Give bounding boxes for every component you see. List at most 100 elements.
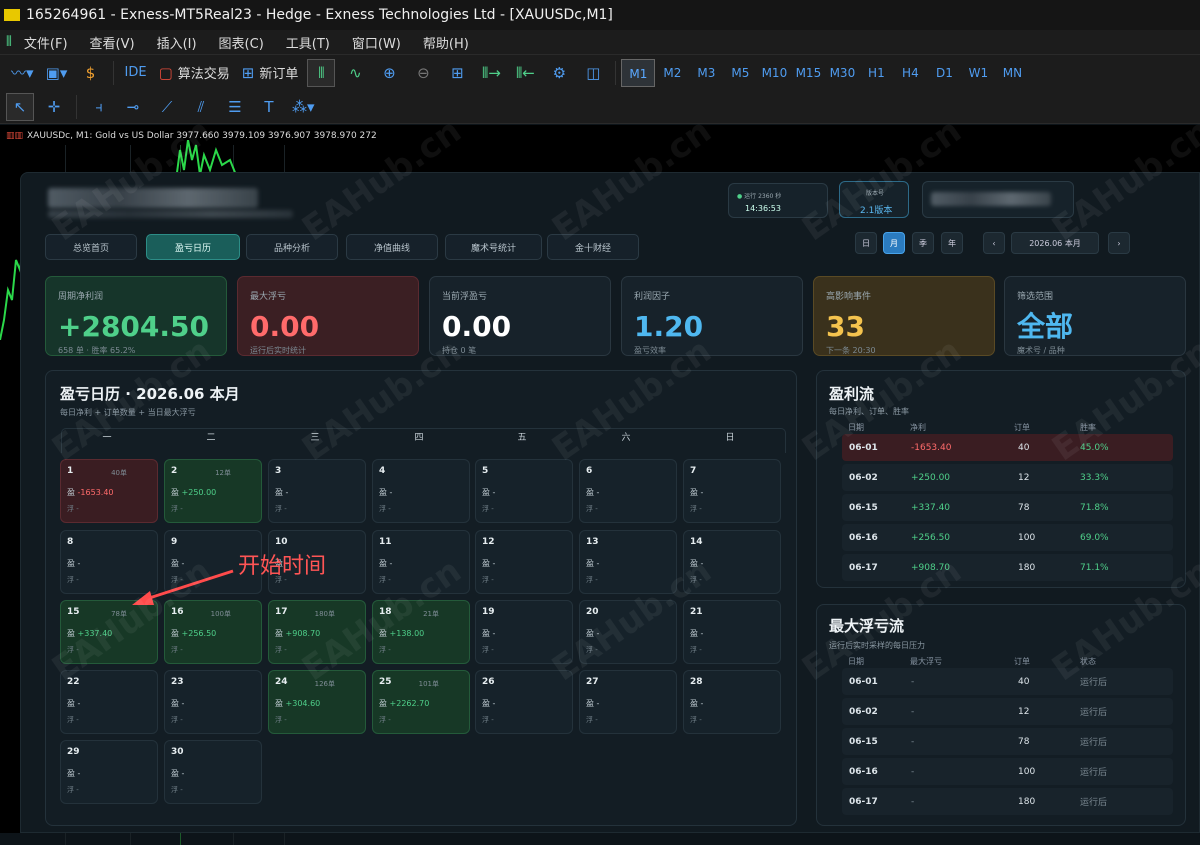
max-float-row[interactable]: 06-16 - 100 运行后 xyxy=(842,758,1173,785)
algo-trading-button[interactable]: ▢ 算法交易 xyxy=(156,59,233,87)
timeframe-h4[interactable]: H4 xyxy=(893,59,927,87)
timeframe-m15[interactable]: M15 xyxy=(791,59,825,87)
profit-flow-row[interactable]: 06-02 +250.00 12 33.3% xyxy=(842,464,1173,491)
period-current[interactable]: 2026.06 本月 xyxy=(1011,232,1099,254)
profit-flow-row[interactable]: 06-01 -1653.40 40 45.0% xyxy=(842,434,1173,461)
timeframe-m3[interactable]: M3 xyxy=(689,59,723,87)
period-next-button[interactable]: › xyxy=(1108,232,1130,254)
timeframe-m10[interactable]: M10 xyxy=(757,59,791,87)
profit-flow-row[interactable]: 06-17 +908.70 180 71.1% xyxy=(842,554,1173,581)
tab-overview[interactable]: 总览首页 xyxy=(45,234,137,260)
tab-jin10-news[interactable]: 金十财经 xyxy=(547,234,639,260)
max-float-row[interactable]: 06-01 - 40 运行后 xyxy=(842,668,1173,695)
calendar-day[interactable]: 27 盈 - 浮 - xyxy=(579,670,677,734)
screenshot-icon[interactable]: ◫ xyxy=(579,59,607,87)
max-float-row[interactable]: 06-17 - 180 运行后 xyxy=(842,788,1173,815)
fibonacci-icon[interactable]: ☰ xyxy=(221,93,249,121)
dollar-icon[interactable]: $ xyxy=(77,59,105,87)
calendar-day[interactable]: 22 盈 - 浮 - xyxy=(60,670,158,734)
day-float: 浮 - xyxy=(690,646,702,654)
profit-flow-row[interactable]: 06-16 +256.50 100 69.0% xyxy=(842,524,1173,551)
timeframe-m2[interactable]: M2 xyxy=(655,59,689,87)
trendline-icon[interactable]: ⟋ xyxy=(153,93,181,121)
tab-pnl-calendar[interactable]: 盈亏日历 xyxy=(146,234,240,260)
indicator-icon[interactable]: ▣▾ xyxy=(43,59,71,87)
menu-insert[interactable]: 插入(I) xyxy=(157,33,197,52)
runtime-label: 运行 2360 秒 xyxy=(744,193,782,200)
timeframe-w1[interactable]: W1 xyxy=(961,59,995,87)
tab-symbol-analysis[interactable]: 品种分析 xyxy=(246,234,338,260)
scroll-end-icon[interactable]: ⫴→ xyxy=(477,59,505,87)
profit-flow-row[interactable]: 06-15 +337.40 78 71.8% xyxy=(842,494,1173,521)
period-day[interactable]: 日 xyxy=(855,232,877,254)
row-date: 06-01 xyxy=(849,676,878,687)
ide-button[interactable]: IDE xyxy=(122,59,150,87)
timeframe-d1[interactable]: D1 xyxy=(927,59,961,87)
calendar-day[interactable]: 3 盈 - 浮 - xyxy=(268,459,366,523)
timeframe-m1[interactable]: M1 xyxy=(621,58,656,87)
menu-file[interactable]: 文件(F) xyxy=(24,33,68,52)
grid-icon[interactable]: ⊞ xyxy=(443,59,471,87)
calendar-day[interactable]: 7 盈 - 浮 - xyxy=(683,459,781,523)
calendar-day[interactable]: 21 盈 - 浮 - xyxy=(683,600,781,664)
calendar-day[interactable]: 2 12单 盈 +250.00 浮 - xyxy=(164,459,262,523)
crosshair-icon[interactable]: ✛ xyxy=(40,93,68,121)
calendar-day[interactable]: 30 盈 - 浮 - xyxy=(164,740,262,804)
calendar-day[interactable]: 11 盈 - 浮 - xyxy=(372,530,470,594)
calendar-day[interactable]: 14 盈 - 浮 - xyxy=(683,530,781,594)
pnl-value: - xyxy=(77,769,81,778)
timeframe-m30[interactable]: M30 xyxy=(825,59,859,87)
menu-view[interactable]: 查看(V) xyxy=(90,33,135,52)
timeframe-h1[interactable]: H1 xyxy=(859,59,893,87)
calendar-day[interactable]: 25 101单 盈 +2262.70 浮 - xyxy=(372,670,470,734)
shapes-icon[interactable]: ⁂▾ xyxy=(289,93,318,121)
max-float-row[interactable]: 06-02 - 12 运行后 xyxy=(842,698,1173,725)
menu-window[interactable]: 窗口(W) xyxy=(352,33,401,52)
calendar-day[interactable]: 4 盈 - 浮 - xyxy=(372,459,470,523)
timeframe-mn[interactable]: MN xyxy=(995,59,1029,87)
calendar-day[interactable]: 29 盈 - 浮 - xyxy=(60,740,158,804)
calendar-day[interactable]: 23 盈 - 浮 - xyxy=(164,670,262,734)
max-float-header-loss: 最大浮亏 xyxy=(910,657,942,666)
calendar-day[interactable]: 24 126单 盈 +304.60 浮 - xyxy=(268,670,366,734)
line-icon[interactable]: ∿ xyxy=(341,59,369,87)
separator xyxy=(615,60,617,85)
zoom-in-icon[interactable]: ⊕ xyxy=(375,59,403,87)
calendar-day[interactable]: 1 40单 盈 -1653.40 浮 - xyxy=(60,459,158,523)
shift-chart-icon[interactable]: ⫴← xyxy=(511,59,539,87)
calendar-day[interactable]: 19 盈 - 浮 - xyxy=(475,600,573,664)
calendar-day[interactable]: 12 盈 - 浮 - xyxy=(475,530,573,594)
period-year[interactable]: 年 xyxy=(941,232,963,254)
calendar-day[interactable]: 13 盈 - 浮 - xyxy=(579,530,677,594)
pnl-prefix: 盈 xyxy=(690,699,698,708)
candlestick-icon[interactable]: ⫴ xyxy=(307,58,336,87)
max-float-row[interactable]: 06-15 - 78 运行后 xyxy=(842,728,1173,755)
period-prev-button[interactable]: ‹ xyxy=(983,232,1005,254)
calendar-day[interactable]: 5 盈 - 浮 - xyxy=(475,459,573,523)
calendar-day[interactable]: 26 盈 - 浮 - xyxy=(475,670,573,734)
tab-equity-curve[interactable]: 净值曲线 xyxy=(346,234,438,260)
calendar-day[interactable]: 6 盈 - 浮 - xyxy=(579,459,677,523)
timeframe-m5[interactable]: M5 xyxy=(723,59,757,87)
zoom-out-icon[interactable]: ⊖ xyxy=(409,59,437,87)
calendar-day[interactable]: 28 盈 - 浮 - xyxy=(683,670,781,734)
period-quarter[interactable]: 季 xyxy=(912,232,934,254)
cursor-icon[interactable]: ↖ xyxy=(6,92,34,121)
new-order-button[interactable]: ⊞ 新订单 xyxy=(239,59,302,87)
menu-tools[interactable]: 工具(T) xyxy=(286,33,330,52)
calendar-day[interactable]: 17 180单 盈 +908.70 浮 - xyxy=(268,600,366,664)
pnl-value: - xyxy=(596,629,600,638)
profit-flow-header-pnl: 净利 xyxy=(910,423,926,432)
menu-chart[interactable]: 图表(C) xyxy=(219,33,264,52)
menu-help[interactable]: 帮助(H) xyxy=(423,33,469,52)
calendar-day[interactable]: 18 21单 盈 +138.00 浮 - xyxy=(372,600,470,664)
settings-icon[interactable]: ⚙ xyxy=(545,59,573,87)
period-month[interactable]: 月 xyxy=(883,232,905,254)
tab-magic-stats[interactable]: 魔术号统计 xyxy=(445,234,542,260)
horizontal-line-icon[interactable]: ⊸ xyxy=(119,93,147,121)
channel-icon[interactable]: ⫽ xyxy=(187,93,215,121)
calendar-day[interactable]: 20 盈 - 浮 - xyxy=(579,600,677,664)
text-icon[interactable]: T xyxy=(255,93,283,121)
vertical-line-icon[interactable]: ⫞ xyxy=(85,93,113,121)
line-chart-icon[interactable]: 〰▾ xyxy=(8,59,37,87)
